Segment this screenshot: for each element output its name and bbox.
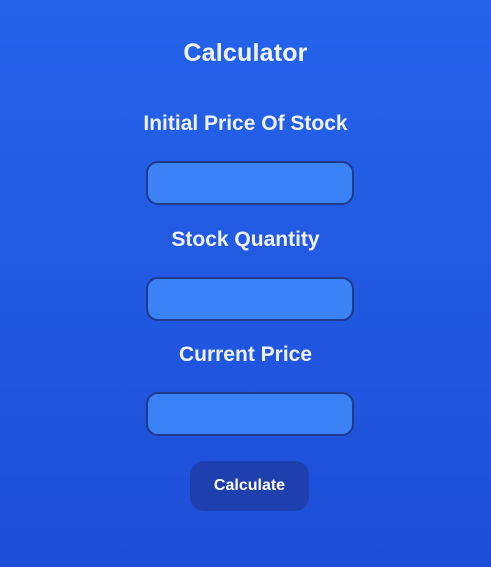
page-title: Calculator xyxy=(183,39,308,67)
current-price-label: Current Price xyxy=(178,343,313,366)
calculator-app: Calculator Initial Price Of Stock Stock … xyxy=(0,0,491,567)
initial-price-input[interactable] xyxy=(146,161,354,205)
initial-price-label: Initial Price Of Stock xyxy=(143,112,348,135)
current-price-input[interactable] xyxy=(146,392,354,436)
calculate-button[interactable]: Calculate xyxy=(190,461,309,511)
stock-quantity-label: Stock Quantity xyxy=(171,228,320,251)
stock-quantity-input[interactable] xyxy=(146,277,354,321)
